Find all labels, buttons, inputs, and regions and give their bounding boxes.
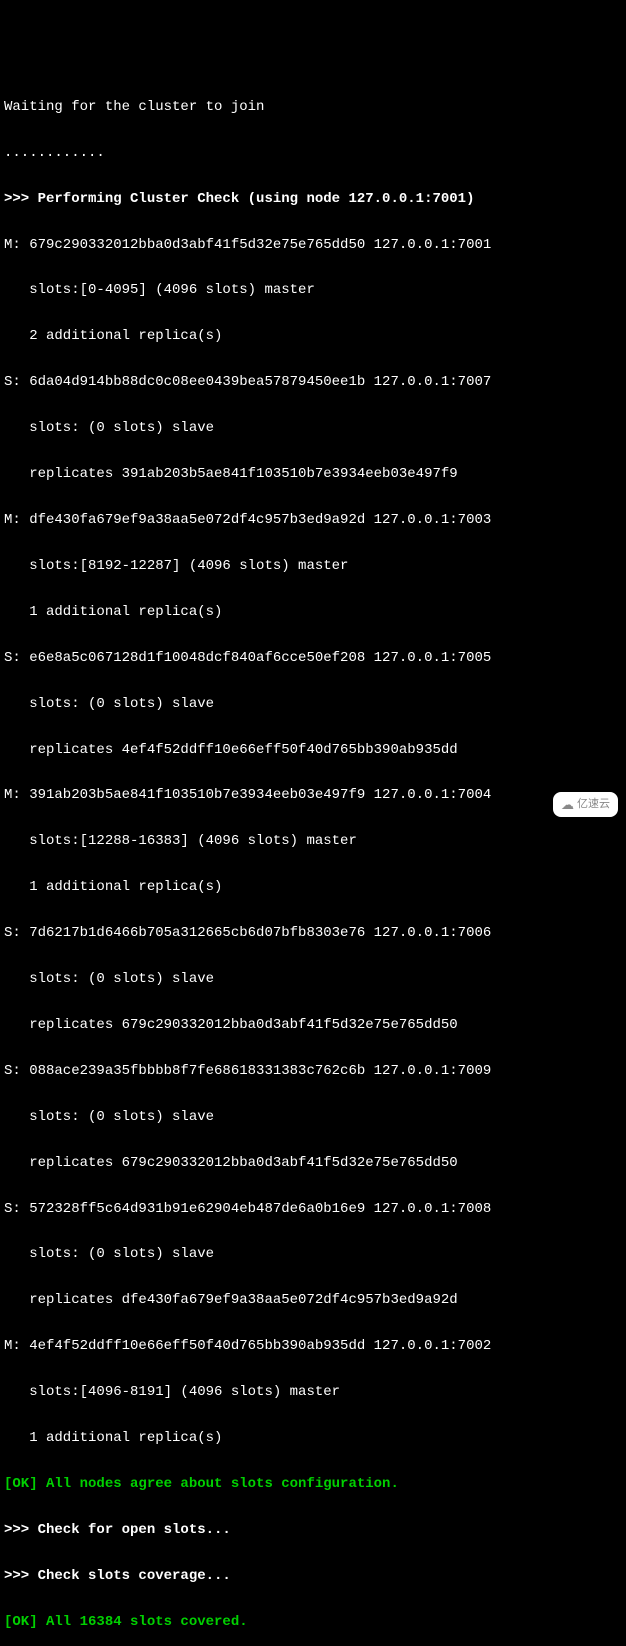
terminal-line: ............ (4, 145, 105, 161)
node-line: M: 679c290332012bba0d3abf41f5d32e75e765d… (4, 237, 491, 253)
watermark-text: 亿速云 (577, 795, 610, 813)
node-line: replicates 679c290332012bba0d3abf41f5d32… (4, 1017, 458, 1033)
cloud-icon: ☁ (561, 794, 574, 815)
node-line: slots: (0 slots) slave (4, 971, 214, 987)
node-line: 1 additional replica(s) (4, 1430, 222, 1446)
terminal-line: Waiting for the cluster to join (4, 99, 264, 115)
check-line: >>> Check for open slots... (4, 1522, 231, 1538)
node-line: replicates 4ef4f52ddff10e66eff50f40d765b… (4, 742, 458, 758)
node-line: replicates 391ab203b5ae841f103510b7e3934… (4, 466, 458, 482)
node-line: slots: (0 slots) slave (4, 420, 214, 436)
node-line: slots: (0 slots) slave (4, 1109, 214, 1125)
node-line: S: 088ace239a35fbbbb8f7fe68618331383c762… (4, 1063, 491, 1079)
node-line: 1 additional replica(s) (4, 604, 222, 620)
node-line: S: 7d6217b1d6466b705a312665cb6d07bfb8303… (4, 925, 491, 941)
node-line: S: 6da04d914bb88dc0c08ee0439bea57879450e… (4, 374, 491, 390)
node-line: replicates 679c290332012bba0d3abf41f5d32… (4, 1155, 458, 1171)
check-line: >>> Check slots coverage... (4, 1568, 231, 1584)
cluster-check-header: >>> Performing Cluster Check (using node… (4, 191, 474, 207)
node-line: slots:[8192-12287] (4096 slots) master (4, 558, 348, 574)
node-line: 2 additional replica(s) (4, 328, 222, 344)
node-line: 1 additional replica(s) (4, 879, 222, 895)
node-line: replicates dfe430fa679ef9a38aa5e072df4c9… (4, 1292, 458, 1308)
node-line: slots:[12288-16383] (4096 slots) master (4, 833, 357, 849)
node-line: slots: (0 slots) slave (4, 696, 214, 712)
node-line: slots:[0-4095] (4096 slots) master (4, 282, 315, 298)
node-line: S: 572328ff5c64d931b91e62904eb487de6a0b1… (4, 1201, 491, 1217)
ok-status-line: [OK] All 16384 slots covered. (4, 1614, 248, 1630)
node-line: M: dfe430fa679ef9a38aa5e072df4c957b3ed9a… (4, 512, 491, 528)
ok-status-line: [OK] All nodes agree about slots configu… (4, 1476, 399, 1492)
node-line: S: e6e8a5c067128d1f10048dcf840af6cce50ef… (4, 650, 491, 666)
node-line: M: 391ab203b5ae841f103510b7e3934eeb03e49… (4, 787, 491, 803)
watermark-badge: ☁亿速云 (553, 792, 618, 817)
node-line: slots:[4096-8191] (4096 slots) master (4, 1384, 340, 1400)
node-line: M: 4ef4f52ddff10e66eff50f40d765bb390ab93… (4, 1338, 491, 1354)
node-line: slots: (0 slots) slave (4, 1246, 214, 1262)
